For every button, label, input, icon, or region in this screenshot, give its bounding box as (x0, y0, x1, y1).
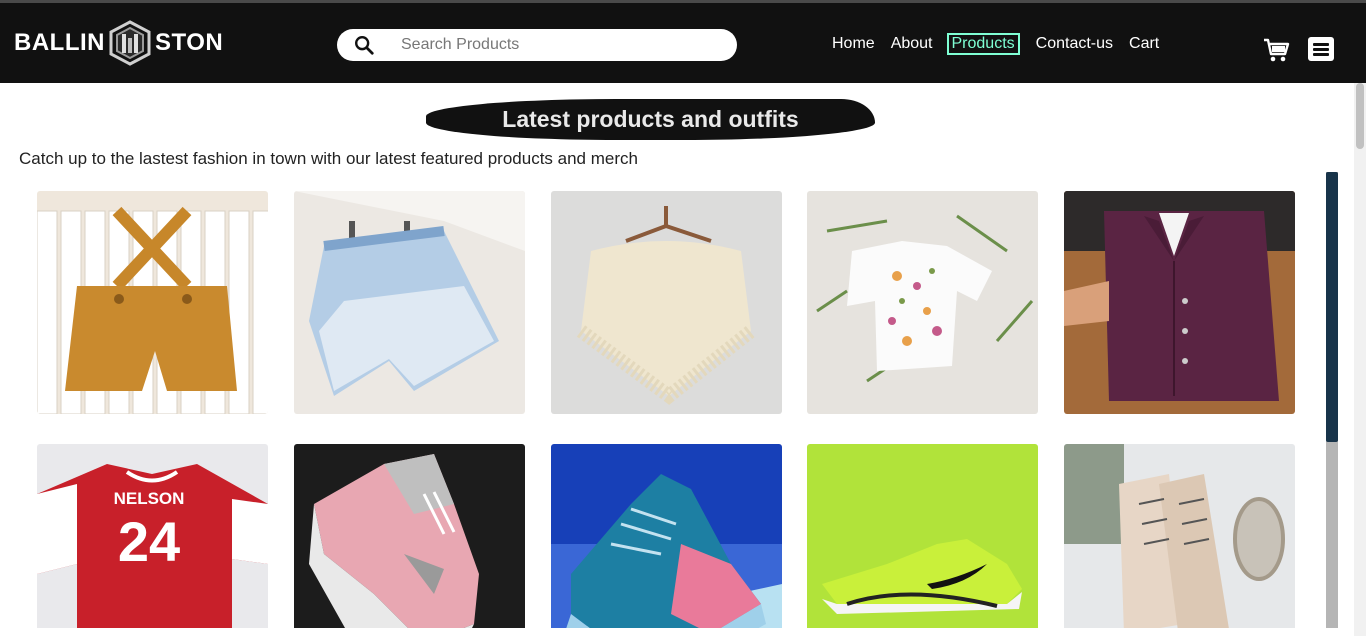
product-image (37, 191, 268, 414)
jersey-number: 24 (118, 510, 180, 573)
product-card-blue-pink-sneaker[interactable] (551, 444, 782, 628)
product-image (551, 444, 782, 628)
nav-products[interactable]: Products (946, 33, 1020, 55)
search-icon[interactable] (353, 34, 375, 56)
cart-icon[interactable] (1262, 36, 1290, 64)
jersey-name: NELSON (114, 489, 185, 508)
brand-right-text: STON (154, 29, 224, 56)
hamburger-menu-icon[interactable] (1308, 37, 1334, 61)
product-image (807, 444, 1038, 628)
product-card-red-jersey[interactable]: NELSON 24 (37, 444, 268, 628)
product-image (807, 191, 1038, 414)
product-card-pink-sneaker[interactable] (294, 444, 525, 628)
product-image (1064, 191, 1295, 414)
navbar: BALLIN STON Home About Products Contact-… (0, 3, 1366, 83)
nav-contact-us[interactable]: Contact-us (1036, 34, 1113, 54)
brand-emblem-icon (109, 20, 151, 66)
product-image (294, 191, 525, 414)
product-card-denim-bloomers[interactable] (294, 191, 525, 414)
page-scrollbar[interactable] (1354, 83, 1366, 636)
product-image (551, 191, 782, 414)
product-image: NELSON 24 (37, 444, 268, 628)
page-scrollbar-thumb[interactable] (1356, 83, 1364, 149)
product-card-purple-dress-shirt[interactable] (1064, 191, 1295, 414)
brand-logo[interactable]: BALLIN STON (14, 20, 223, 66)
nav-cart[interactable]: Cart (1129, 34, 1159, 54)
nav-links: Home About Products Contact-us Cart (832, 33, 1175, 55)
product-card-floral-tshirt[interactable] (807, 191, 1038, 414)
nav-home[interactable]: Home (832, 34, 875, 54)
search-bar[interactable] (337, 29, 737, 61)
section-subtitle: Catch up to the lastest fashion in town … (19, 149, 638, 168)
brand-left-text: BALLIN (14, 29, 105, 56)
product-image (1064, 444, 1295, 628)
product-image (294, 444, 525, 628)
search-input[interactable] (401, 36, 721, 54)
product-card-lime-sneaker[interactable] (807, 444, 1038, 628)
product-grid: NELSON 24 (37, 191, 1296, 628)
product-grid-scrollbar[interactable] (1326, 172, 1338, 628)
section-title: Latest products and outfits (426, 99, 875, 140)
product-card-lace-up-boots[interactable] (1064, 444, 1295, 628)
product-card-mustard-overall-shorts[interactable] (37, 191, 268, 414)
nav-about[interactable]: About (891, 34, 933, 54)
product-card-knit-poncho[interactable] (551, 191, 782, 414)
product-grid-scrollbar-thumb[interactable] (1326, 172, 1338, 442)
